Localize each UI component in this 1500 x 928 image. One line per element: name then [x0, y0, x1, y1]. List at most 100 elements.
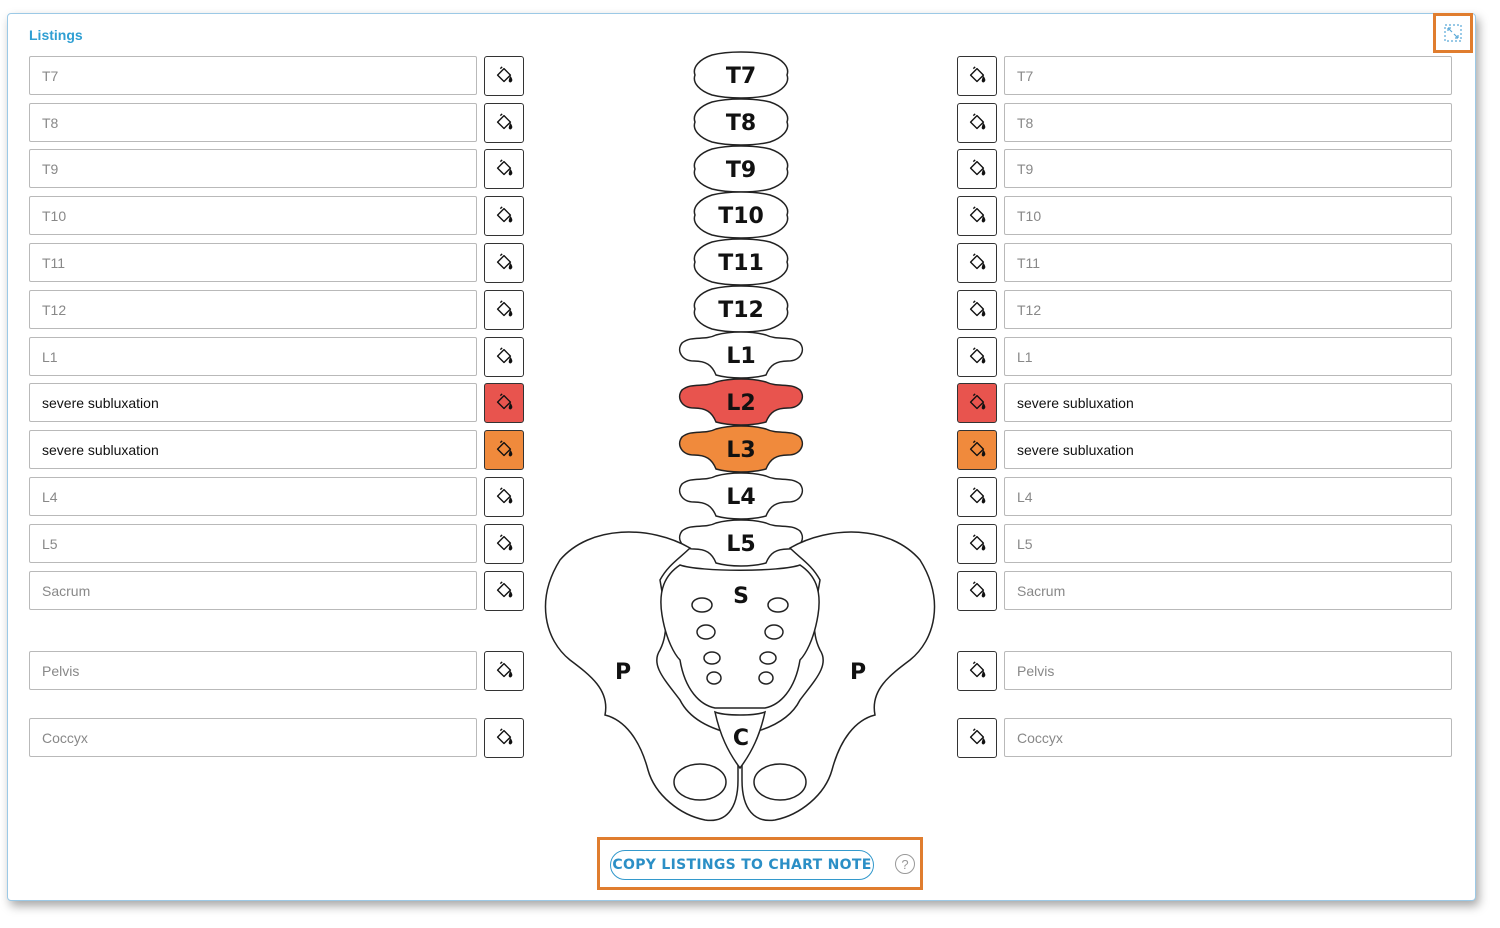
color-picker-button-pelvis-left[interactable]	[484, 651, 524, 691]
color-picker-button-sacrum-left[interactable]	[484, 571, 524, 611]
paint-bucket-icon	[969, 393, 986, 410]
color-picker-button-t9-left[interactable]	[484, 149, 524, 189]
listing-input-sacrum-right[interactable]: Sacrum	[1004, 571, 1452, 610]
expand-button[interactable]	[1433, 13, 1473, 53]
color-picker-button-t11-right[interactable]	[957, 243, 997, 283]
paint-bucket-icon	[969, 253, 986, 270]
paint-bucket-icon	[969, 534, 986, 551]
listing-input-sacrum-left[interactable]: Sacrum	[29, 571, 477, 610]
color-picker-button-coccyx-right[interactable]	[957, 718, 997, 758]
color-picker-button-pelvis-right[interactable]	[957, 651, 997, 691]
listing-input-t7-left[interactable]: T7	[29, 56, 477, 95]
color-picker-button-l5-left[interactable]	[484, 524, 524, 564]
vertebra-t8[interactable]: T8	[693, 98, 789, 146]
listing-input-l4-left[interactable]: L4	[29, 477, 477, 516]
pelvis-diagram	[544, 531, 936, 822]
paint-bucket-icon	[496, 393, 513, 410]
listing-input-coccyx-right[interactable]: Coccyx	[1004, 718, 1452, 757]
paint-bucket-icon	[969, 581, 986, 598]
paint-bucket-icon	[969, 113, 986, 130]
paint-bucket-icon	[496, 728, 513, 745]
expand-icon	[1444, 24, 1462, 42]
color-picker-button-t11-left[interactable]	[484, 243, 524, 283]
listing-input-t11-left[interactable]: T11	[29, 243, 477, 282]
paint-bucket-icon	[969, 347, 986, 364]
vertebra-t10[interactable]: T10	[693, 191, 789, 239]
color-picker-button-l1-right[interactable]	[957, 337, 997, 377]
spine-label-t12: T12	[718, 298, 764, 323]
color-picker-button-l4-right[interactable]	[957, 477, 997, 517]
color-picker-button-l3-left[interactable]	[484, 430, 524, 470]
color-picker-button-t12-left[interactable]	[484, 290, 524, 330]
listing-input-pelvis-left[interactable]: Pelvis	[29, 651, 477, 690]
color-picker-button-l1-left[interactable]	[484, 337, 524, 377]
listing-input-pelvis-right[interactable]: Pelvis	[1004, 651, 1452, 690]
color-picker-button-t12-right[interactable]	[957, 290, 997, 330]
spine-label-t7: T7	[726, 64, 756, 89]
listing-input-l3-left[interactable]: severe subluxation	[29, 430, 477, 469]
color-picker-button-t8-right[interactable]	[957, 103, 997, 143]
paint-bucket-icon	[969, 206, 986, 223]
color-picker-button-l3-right[interactable]	[957, 430, 997, 470]
listing-input-l1-right[interactable]: L1	[1004, 337, 1452, 376]
vertebra-t9[interactable]: T9	[693, 145, 789, 193]
listing-input-l1-left[interactable]: L1	[29, 337, 477, 376]
listing-input-coccyx-left[interactable]: Coccyx	[29, 718, 477, 757]
vertebra-t12[interactable]: T12	[693, 285, 789, 333]
listing-input-t8-left[interactable]: T8	[29, 103, 477, 142]
vertebra-l5[interactable]: L5	[678, 519, 804, 567]
vertebra-l1[interactable]: L1	[678, 331, 804, 379]
paint-bucket-icon	[496, 534, 513, 551]
paint-bucket-icon	[969, 159, 986, 176]
color-picker-button-t8-left[interactable]	[484, 103, 524, 143]
paint-bucket-icon	[496, 113, 513, 130]
spine-label-t10: T10	[718, 204, 764, 229]
paint-bucket-icon	[496, 661, 513, 678]
section-title: Listings	[29, 27, 83, 43]
listing-input-l2-left[interactable]: severe subluxation	[29, 383, 477, 422]
listing-input-l3-right[interactable]: severe subluxation	[1004, 430, 1452, 469]
paint-bucket-icon	[496, 300, 513, 317]
listing-input-t12-left[interactable]: T12	[29, 290, 477, 329]
spine-diagram: T7 T8 T9 T10 T11 T12 L1 L2 L3 L4 L5 S P P C	[544, 51, 936, 822]
color-picker-button-t7-left[interactable]	[484, 56, 524, 96]
paint-bucket-icon	[969, 300, 986, 317]
paint-bucket-icon	[496, 206, 513, 223]
copy-listings-button[interactable]: COPY LISTINGS TO CHART NOTE	[610, 850, 874, 880]
color-picker-button-l2-left[interactable]	[484, 383, 524, 423]
color-picker-button-t10-left[interactable]	[484, 196, 524, 236]
color-picker-button-coccyx-left[interactable]	[484, 718, 524, 758]
vertebra-l3[interactable]: L3	[678, 425, 804, 473]
color-picker-button-l5-right[interactable]	[957, 524, 997, 564]
spine-label-l5: L5	[726, 532, 755, 557]
paint-bucket-icon	[496, 487, 513, 504]
listing-input-t7-right[interactable]: T7	[1004, 56, 1452, 95]
listing-input-t9-left[interactable]: T9	[29, 149, 477, 188]
vertebra-l4[interactable]: L4	[678, 472, 804, 520]
listing-input-t8-right[interactable]: T8	[1004, 103, 1452, 142]
color-picker-button-l2-right[interactable]	[957, 383, 997, 423]
listing-input-l5-right[interactable]: L5	[1004, 524, 1452, 563]
listing-input-l5-left[interactable]: L5	[29, 524, 477, 563]
color-picker-button-l4-left[interactable]	[484, 477, 524, 517]
color-picker-button-t7-right[interactable]	[957, 56, 997, 96]
listing-input-t10-left[interactable]: T10	[29, 196, 477, 235]
color-picker-button-t9-right[interactable]	[957, 149, 997, 189]
listing-input-l2-right[interactable]: severe subluxation	[1004, 383, 1452, 422]
paint-bucket-icon	[969, 728, 986, 745]
color-picker-button-sacrum-right[interactable]	[957, 571, 997, 611]
vertebra-l2[interactable]: L2	[678, 378, 804, 426]
help-icon[interactable]: ?	[895, 854, 915, 874]
listing-input-t11-right[interactable]: T11	[1004, 243, 1452, 282]
listing-input-t9-right[interactable]: T9	[1004, 149, 1452, 188]
spine-label-t11: T11	[718, 251, 764, 276]
vertebra-t7[interactable]: T7	[693, 51, 789, 99]
paint-bucket-icon	[496, 159, 513, 176]
color-picker-button-t10-right[interactable]	[957, 196, 997, 236]
listing-input-l4-right[interactable]: L4	[1004, 477, 1452, 516]
listing-input-t12-right[interactable]: T12	[1004, 290, 1452, 329]
spine-label-pelvis-left: P	[615, 660, 631, 685]
vertebra-t11[interactable]: T11	[693, 238, 789, 286]
listing-input-t10-right[interactable]: T10	[1004, 196, 1452, 235]
paint-bucket-icon	[969, 661, 986, 678]
